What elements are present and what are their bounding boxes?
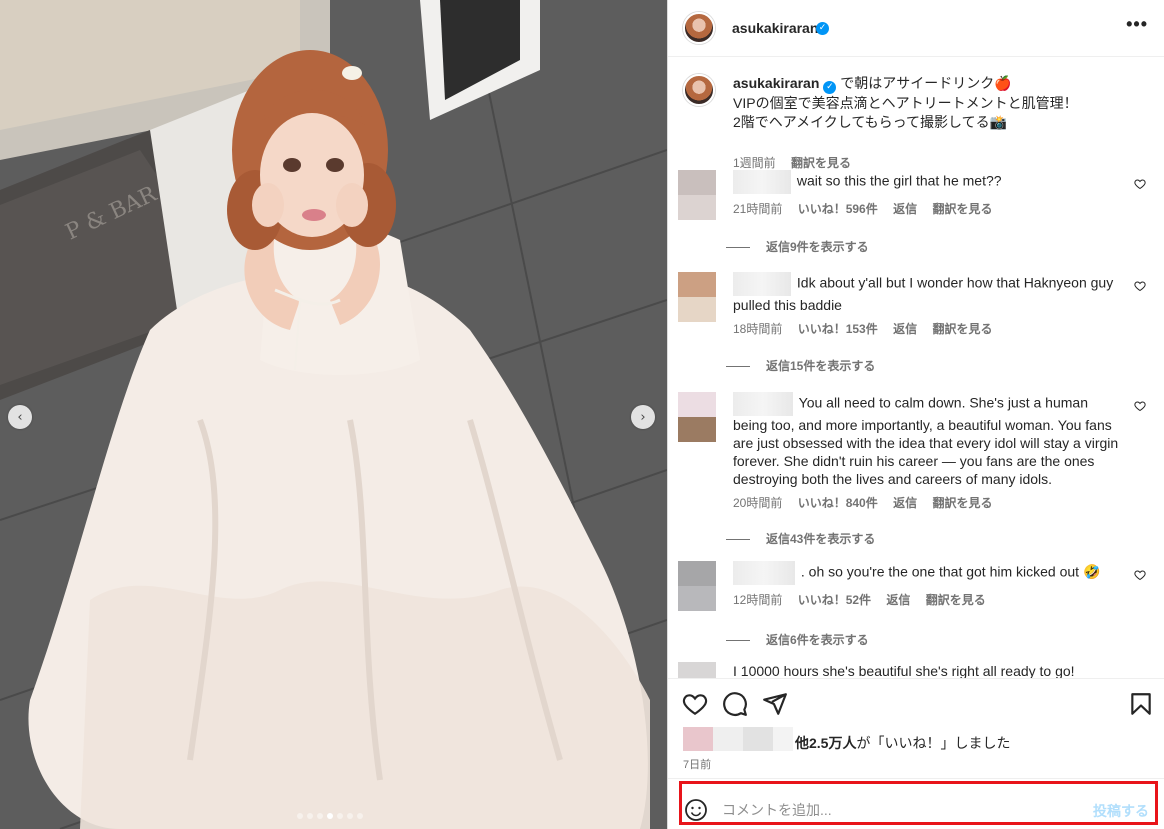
view-replies-button[interactable]: 返信6件を表示する [726, 631, 869, 648]
post-header: asukakiraran ✓ ••• [668, 0, 1164, 57]
caption-meta: 1週間前 翻訳を見る [733, 154, 851, 171]
comment-translate-link[interactable]: 翻訳を見る [932, 322, 992, 336]
caption-text: asukakiraran ✓ で朝はアサイードリンク🍎 VIPの個室で美容点滴とヘ… [733, 74, 1153, 132]
chevron-left-icon: ‹ [17, 409, 23, 425]
more-options-icon[interactable]: ••• [1126, 14, 1148, 35]
like-comment-heart-icon[interactable] [1134, 178, 1146, 190]
caption-line: VIPの個室で美容点滴とヘアトリートメントと肌管理！ [733, 95, 1078, 111]
comment-time: 12時間前 [733, 593, 783, 607]
comment-text: . oh so you're the one that got him kick… [800, 563, 1101, 580]
caption-line: で朝はアサイードリンク🍎 [840, 75, 1012, 91]
comment-reply-button[interactable]: 返信 [893, 202, 917, 216]
carousel-dot [357, 813, 363, 819]
comment-body: Idk about y'all but I wonder how that Ha… [733, 272, 1123, 338]
comment-time: 20時間前 [733, 496, 783, 510]
liker-avatars [683, 727, 793, 751]
comment-translate-link[interactable]: 翻訳を見る [926, 593, 986, 607]
comment-like-count[interactable]: いいね！840件 [798, 496, 878, 510]
commenter-username[interactable] [733, 272, 791, 296]
bookmark-icon[interactable] [1128, 691, 1154, 717]
comment-text: wait so this the girl that he met?? [796, 172, 1002, 189]
chevron-right-icon: › [640, 409, 646, 425]
caption-time: 1週間前 [733, 156, 776, 170]
comment-time: 18時間前 [733, 322, 783, 336]
comment-time: 21時間前 [733, 202, 783, 216]
carousel-indicator [297, 813, 363, 819]
verified-badge-icon: ✓ [816, 22, 829, 35]
caption-avatar[interactable] [683, 74, 715, 106]
comment-like-count[interactable]: いいね！52件 [798, 593, 871, 607]
commenter-avatar[interactable] [678, 392, 716, 442]
carousel-dot [307, 813, 313, 819]
commenter-avatar[interactable] [678, 662, 716, 678]
add-comment-bar: 投稿する [668, 778, 1164, 829]
heart-icon[interactable] [682, 691, 708, 717]
comment-body: wait so this the girl that he met?? 21時間… [733, 170, 1123, 218]
post-date: 7日前 [683, 759, 712, 771]
carousel-dot [337, 813, 343, 819]
author-username[interactable]: asukakiraran [732, 20, 818, 36]
carousel-dot-active [327, 813, 333, 819]
comment-translate-link[interactable]: 翻訳を見る [932, 496, 992, 510]
like-comment-heart-icon[interactable] [1134, 400, 1146, 412]
carousel-dot [297, 813, 303, 819]
post-side-panel: asukakiraran ✓ ••• asukakiraran ✓ で朝はアサイー… [668, 0, 1164, 829]
comment-input[interactable] [722, 798, 1082, 822]
post-photo[interactable]: P & BAR ‹ › [0, 0, 667, 829]
next-photo-button[interactable]: › [631, 405, 655, 429]
comment-text: I 10000 hours she's beautiful she's righ… [733, 663, 1075, 678]
emoji-icon[interactable] [684, 798, 708, 822]
comment-like-count[interactable]: いいね！596件 [798, 202, 878, 216]
caption-translate-link[interactable]: 翻訳を見る [791, 156, 851, 170]
commenter-username[interactable] [733, 170, 791, 194]
likes-count[interactable]: 他2.5万人 [795, 735, 856, 751]
carousel-dot [347, 813, 353, 819]
likes-suffix: が「いいね！」しました [856, 735, 1011, 751]
commenter-username[interactable] [733, 561, 795, 585]
commenter-avatar[interactable] [678, 272, 716, 322]
previous-photo-button[interactable]: ‹ [8, 405, 32, 429]
commenter-avatar[interactable] [678, 561, 716, 611]
post-actions: 他2.5万人が「いいね！」しました 7日前 [668, 678, 1164, 778]
share-icon[interactable] [762, 691, 788, 717]
like-comment-heart-icon[interactable] [1134, 569, 1146, 581]
post-image: P & BAR [0, 0, 667, 829]
likes-text: 他2.5万人が「いいね！」しました [795, 733, 1010, 753]
comment-body: . oh so you're the one that got him kick… [733, 561, 1123, 609]
comment-meta: 20時間前 いいね！840件 返信 翻訳を見る [733, 494, 1123, 512]
commenter-avatar[interactable] [678, 170, 716, 220]
view-replies-button[interactable]: 返信15件を表示する [726, 357, 875, 374]
like-comment-heart-icon[interactable] [1134, 280, 1146, 292]
comment-meta: 18時間前 いいね！153件 返信 翻訳を見る [733, 320, 1123, 338]
verified-badge-icon: ✓ [823, 81, 837, 94]
view-replies-button[interactable]: 返信9件を表示する [726, 238, 869, 255]
carousel-dot [317, 813, 323, 819]
comment-reply-button[interactable]: 返信 [886, 593, 910, 607]
post-comment-button[interactable]: 投稿する [1093, 801, 1149, 821]
comment-icon[interactable] [722, 691, 748, 717]
comment-body: I 10000 hours she's beautiful she's righ… [733, 662, 1123, 678]
comment-translate-link[interactable]: 翻訳を見る [932, 202, 992, 216]
author-avatar[interactable] [683, 12, 715, 44]
commenter-username[interactable] [733, 392, 793, 416]
comment-like-count[interactable]: いいね！153件 [798, 322, 878, 336]
likes-summary[interactable]: 他2.5万人が「いいね！」しました [683, 727, 1153, 755]
comment-meta: 21時間前 いいね！596件 返信 翻訳を見る [733, 200, 1123, 218]
caption-username[interactable]: asukakiraran [733, 75, 819, 91]
comments-list[interactable]: asukakiraran ✓ で朝はアサイードリンク🍎 VIPの個室で美容点滴とヘ… [668, 58, 1164, 678]
comment-meta: 12時間前 いいね！52件 返信 翻訳を見る [733, 591, 1123, 609]
comment-reply-button[interactable]: 返信 [893, 496, 917, 510]
caption-line: 2階でヘアメイクしてもらって撮影してる📸 [733, 114, 1007, 130]
comment-reply-button[interactable]: 返信 [893, 322, 917, 336]
comment-body: You all need to calm down. She's just a … [733, 392, 1123, 512]
view-replies-button[interactable]: 返信43件を表示する [726, 530, 875, 547]
